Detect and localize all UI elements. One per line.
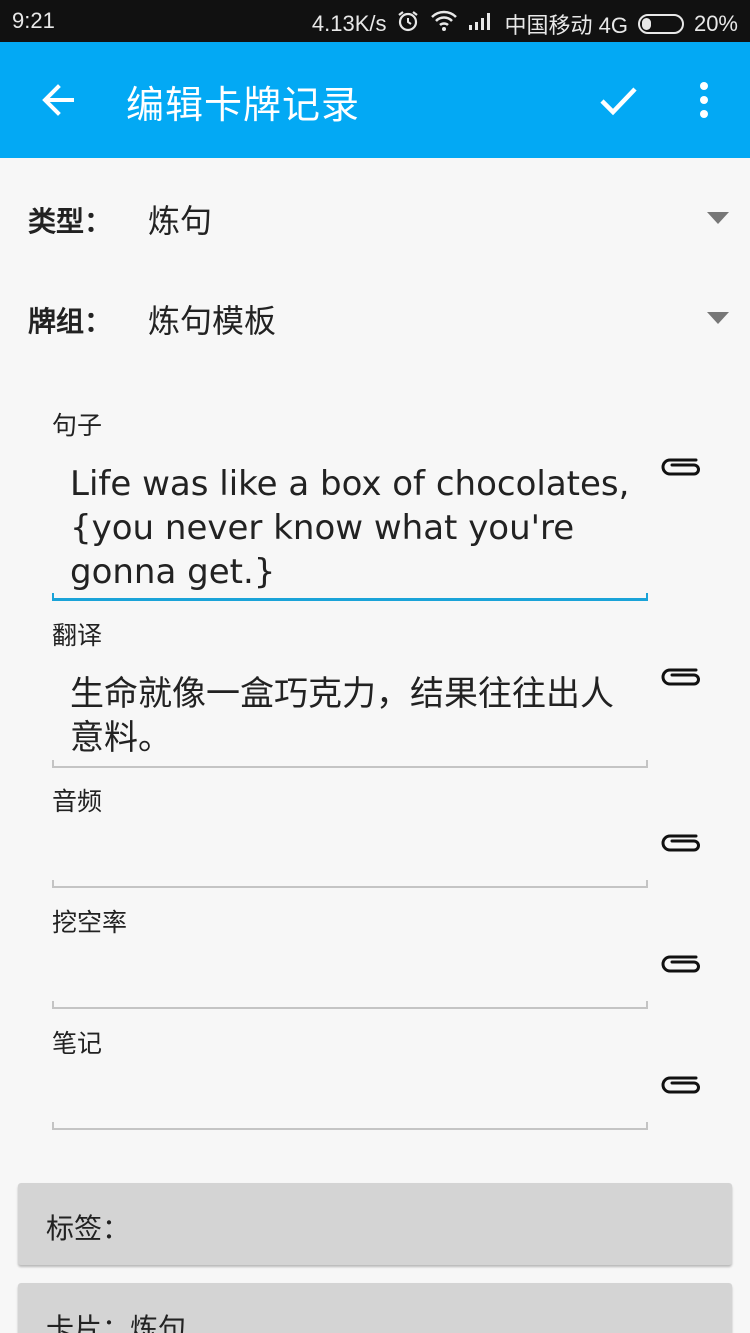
- carrier-label: 中国移动 4G: [504, 13, 628, 38]
- more-vert-icon: [700, 82, 708, 118]
- type-selector[interactable]: 类型： 炼句: [0, 178, 750, 258]
- dropdown-arrow-icon: [707, 312, 729, 324]
- status-bar: 9:21 4.13K/s 中国移动 4G 20%: [0, 0, 750, 42]
- cards-button[interactable]: 卡片：炼句: [18, 1283, 732, 1333]
- status-icons: 4.13K/s 中国移动 4G 20%: [312, 8, 738, 40]
- alarm-icon: [396, 9, 420, 39]
- deck-selector[interactable]: 牌组： 炼句模板: [0, 278, 750, 358]
- arrow-left-icon: [42, 84, 74, 116]
- page-title: 编辑卡牌记录: [126, 83, 361, 127]
- cards-label: 卡片：炼句: [46, 1312, 187, 1333]
- dropdown-arrow-icon: [707, 212, 729, 224]
- paperclip-icon[interactable]: [656, 452, 704, 482]
- field-label-cloze-rate: 挖空率: [52, 908, 128, 937]
- paperclip-icon[interactable]: [656, 1070, 704, 1100]
- audio-input-underline: [52, 880, 648, 888]
- type-value: 炼句: [148, 202, 213, 240]
- field-translation: 翻译 生命就像一盒巧克力，结果往往出人意料。: [52, 616, 652, 772]
- battery-percent: 20%: [693, 11, 738, 36]
- more-options-button[interactable]: [680, 72, 728, 128]
- tags-label: 标签：: [46, 1212, 131, 1245]
- field-notes: 笔记: [52, 1024, 652, 1136]
- paperclip-icon[interactable]: [656, 949, 704, 979]
- signal-icon: [468, 11, 494, 37]
- field-cloze-rate: 挖空率: [52, 903, 652, 1015]
- notes-input-underline: [52, 1122, 648, 1130]
- field-label-sentence: 句子: [52, 411, 103, 440]
- cloze-rate-input-underline: [52, 1001, 648, 1009]
- audio-input[interactable]: [70, 826, 640, 876]
- wifi-icon: [430, 10, 458, 38]
- paperclip-icon[interactable]: [656, 662, 704, 692]
- field-label-translation: 翻译: [52, 621, 103, 650]
- deck-value: 炼句模板: [148, 302, 277, 340]
- back-button[interactable]: [30, 72, 86, 128]
- cloze-rate-input[interactable]: [70, 947, 640, 997]
- sentence-input-underline: [52, 593, 648, 601]
- field-audio: 音频: [52, 782, 652, 894]
- field-label-notes: 笔记: [52, 1029, 103, 1058]
- type-label: 类型：: [28, 205, 113, 238]
- translation-input-underline: [52, 760, 648, 768]
- network-speed: 4.13K/s: [311, 11, 387, 36]
- app-bar: 编辑卡牌记录: [0, 42, 750, 158]
- sentence-input[interactable]: Life was like a box of chocolates, {you …: [70, 462, 640, 594]
- notes-input[interactable]: [70, 1068, 640, 1118]
- tags-button[interactable]: 标签：: [18, 1183, 732, 1265]
- paperclip-icon[interactable]: [656, 828, 704, 858]
- status-time: 9:21: [12, 8, 55, 33]
- deck-label: 牌组：: [28, 305, 113, 338]
- field-sentence: 句子 Life was like a box of chocolates, {y…: [52, 406, 652, 606]
- field-label-audio: 音频: [52, 787, 103, 816]
- confirm-button[interactable]: [590, 72, 646, 128]
- translation-input[interactable]: 生命就像一盒巧克力，结果往往出人意料。: [70, 672, 640, 760]
- battery-icon: [637, 14, 684, 34]
- check-icon: [600, 87, 637, 116]
